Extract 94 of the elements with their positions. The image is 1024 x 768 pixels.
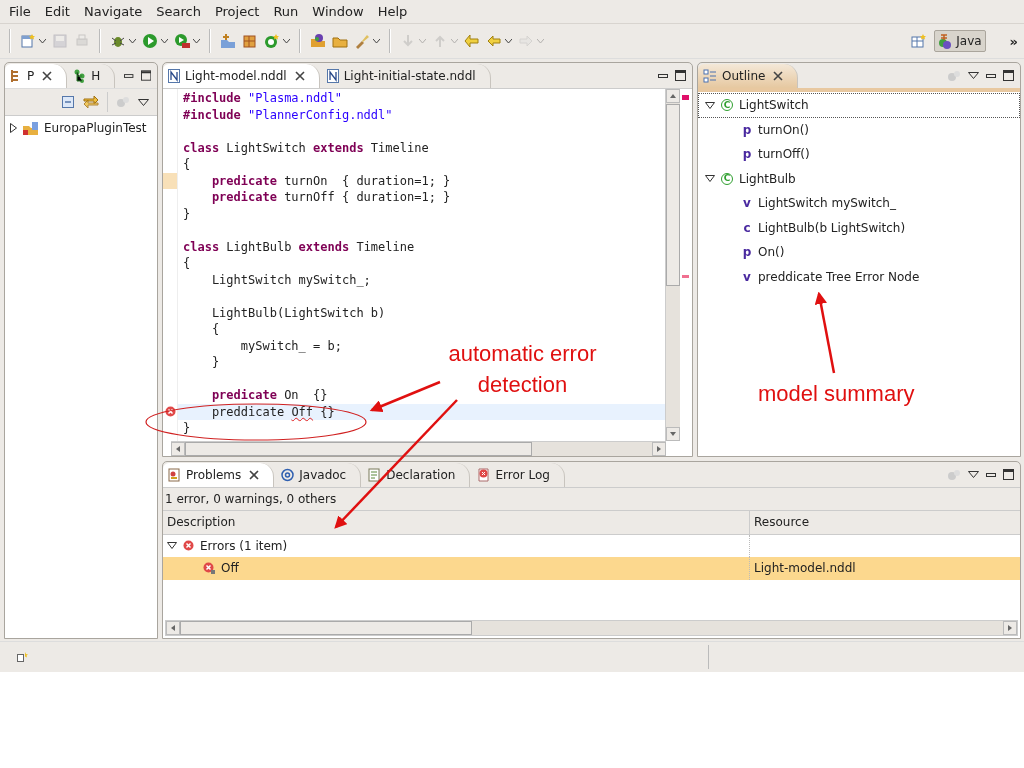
annotation-text: model summary (758, 380, 915, 408)
menu-item[interactable]: Help (370, 4, 415, 20)
code-line: predicate On {} (210, 388, 328, 403)
code-line: LightSwitch mySwitch_; (210, 272, 371, 287)
view-tab[interactable]: Problems (163, 462, 275, 487)
scroll-left-icon[interactable] (171, 442, 185, 457)
scroll-thumb[interactable] (666, 104, 680, 287)
view-tab[interactable]: Error Log (472, 462, 565, 487)
close-icon[interactable] (294, 70, 305, 81)
editor-tab[interactable]: Light-model.nddl (163, 63, 320, 88)
code-line: preddicate Off {} (210, 404, 335, 419)
maximize-icon[interactable] (1003, 469, 1014, 481)
project-folder-icon (22, 120, 40, 137)
error-icon (203, 562, 215, 575)
menu-item[interactable]: Project (207, 4, 267, 20)
view-tab[interactable]: Javadoc (276, 462, 362, 487)
table-cell[interactable]: Errors (1 item) (163, 534, 749, 558)
maximize-icon[interactable] (1003, 70, 1014, 82)
scroll-right-icon[interactable] (1003, 621, 1017, 636)
error-log-icon (477, 467, 491, 482)
code-line: LightBulb(LightSwitch b) (210, 305, 386, 320)
perspective-button[interactable]: Java (934, 30, 986, 53)
code-line: mySwitch_ = b; (239, 338, 342, 353)
expand-triangle-icon[interactable] (9, 123, 18, 134)
outline-item[interactable]: C LightBulb (698, 166, 1020, 192)
file-icon (168, 68, 180, 83)
outline-item[interactable]: p On() (698, 240, 1020, 265)
outline-item[interactable]: C LightSwitch (698, 93, 1020, 118)
view-tab[interactable]: Declaration (363, 462, 471, 487)
vertical-scrollbar[interactable] (665, 89, 680, 442)
file-icon (326, 68, 339, 83)
problem-row[interactable]: Off Light-model.nddl (163, 557, 1020, 580)
code-line: } (183, 206, 191, 221)
outline-tab[interactable]: Outline (698, 63, 799, 88)
code-line: predicate turnOn { duration=1; } (210, 173, 451, 188)
code-line: } (210, 355, 220, 370)
horizontal-scrollbar[interactable] (165, 620, 1018, 637)
hierarchy-icon (74, 68, 87, 83)
expand-triangle-icon[interactable] (167, 541, 177, 551)
more-chevron[interactable]: » (1009, 33, 1018, 49)
table-cell: Light-model.nddl (749, 557, 1020, 580)
code-line: #include "PlannerConfig.nddl" (183, 107, 393, 122)
problems-summary: 1 error, 0 warnings, 0 others (165, 492, 337, 507)
view-tab[interactable]: P (5, 63, 68, 88)
horizontal-scrollbar[interactable] (171, 441, 666, 457)
view-menu-icon[interactable] (968, 72, 979, 80)
annotation-text: automatic error detection (447, 340, 598, 399)
code-line: predicate turnOff { duration=1; } (210, 190, 451, 205)
code-line: } (183, 421, 191, 436)
expand-triangle-icon[interactable] (705, 174, 715, 184)
outline-icon (703, 68, 717, 83)
menu-item[interactable]: Navigate (76, 4, 150, 20)
close-icon[interactable] (249, 469, 260, 480)
scroll-left-icon[interactable] (166, 621, 180, 636)
outline-item[interactable]: v preddicate Tree Error Node (698, 264, 1020, 290)
close-icon[interactable] (42, 70, 53, 81)
view-menu-icon[interactable] (968, 471, 979, 479)
code-line: { (210, 322, 220, 337)
problems-icon (168, 467, 181, 482)
scroll-up-icon[interactable] (666, 89, 680, 104)
outline-item[interactable]: p turnOn() (698, 117, 1020, 143)
code-line: class LightSwitch extends Timeline (183, 140, 429, 155)
menu-item[interactable]: Run (266, 4, 306, 20)
outline-item[interactable]: c LightBulb(b LightSwitch) (698, 215, 1020, 241)
outline-item[interactable]: p turnOff() (698, 142, 1020, 167)
project-tree-item[interactable]: EuropaPluginTest (5, 116, 151, 141)
link-arrows-icon[interactable] (83, 95, 99, 110)
expand-triangle-icon[interactable] (705, 100, 715, 110)
scroll-thumb[interactable] (185, 442, 532, 457)
code-line: #include "Plasma.nddl" (183, 91, 342, 106)
column-header[interactable]: Resource (749, 511, 1020, 534)
menu-item[interactable]: Edit (37, 4, 77, 20)
editor-tab[interactable]: Light-initial-state.nddl (321, 63, 491, 88)
menu-item[interactable]: File (2, 4, 38, 20)
maximize-icon[interactable] (140, 70, 151, 82)
table-cell: Off (163, 557, 749, 580)
scroll-right-icon[interactable] (652, 442, 666, 457)
error-icon (183, 540, 194, 552)
column-header[interactable]: Description (163, 511, 749, 534)
view-menu-icon[interactable] (138, 98, 149, 106)
outline-item[interactable]: v LightSwitch mySwitch_ (698, 191, 1020, 216)
code-line: { (183, 256, 191, 271)
close-icon[interactable] (773, 70, 784, 81)
scroll-thumb[interactable] (180, 621, 472, 636)
menu-item[interactable]: Window (305, 4, 371, 20)
document-icon (368, 467, 382, 482)
view-tab[interactable]: H (69, 63, 116, 88)
code-line: { (183, 157, 191, 172)
collapse-all-icon[interactable] (61, 95, 75, 110)
menu-item[interactable]: Search (149, 4, 208, 20)
scroll-down-icon[interactable] (666, 427, 680, 442)
maximize-icon[interactable] (675, 70, 686, 82)
fast-view-icon[interactable] (16, 651, 28, 663)
code-line: class LightBulb extends Timeline (183, 239, 415, 254)
